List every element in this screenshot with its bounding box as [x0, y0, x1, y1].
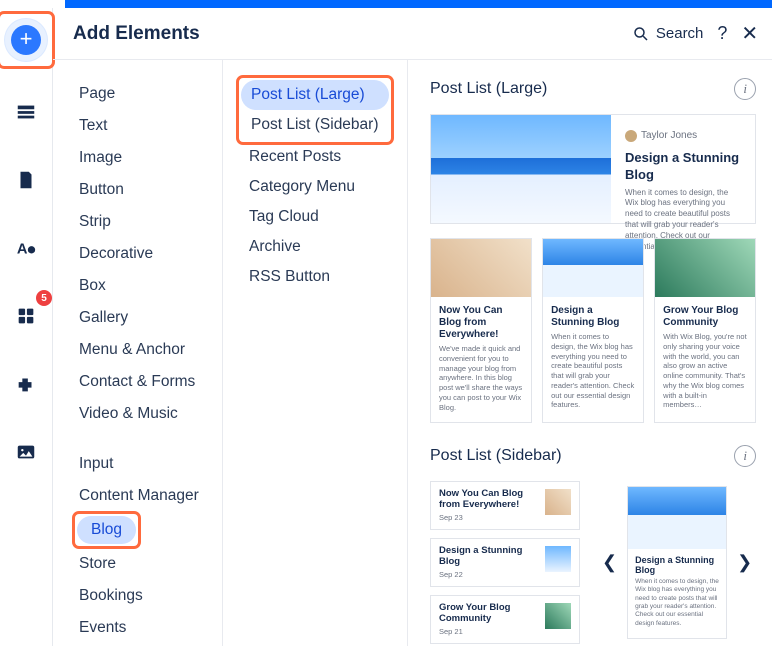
carousel-thumb: [628, 487, 726, 549]
subitem-column: Post List (Large)Post List (Sidebar) Rec…: [223, 60, 408, 646]
panel-title: Add Elements: [73, 23, 632, 45]
section1-title: Post List (Large): [430, 80, 734, 98]
help-button[interactable]: ?: [717, 23, 727, 44]
sidebar-item-title: Grow Your Blog Community: [439, 603, 539, 625]
subitem-archive[interactable]: Archive: [239, 232, 395, 262]
svg-text:A: A: [17, 242, 28, 258]
category-item-input[interactable]: Input: [75, 448, 121, 480]
grid-thumb: [655, 239, 755, 297]
media-button[interactable]: [4, 430, 48, 474]
preview-column: Post List (Large) i Taylor Jones Design …: [408, 60, 772, 646]
grid-thumb: [543, 239, 643, 297]
avatar-icon: [625, 130, 637, 142]
preview-grid-card[interactable]: Grow Your Blog Community With Wix Blog, …: [654, 238, 756, 423]
search-label: Search: [656, 25, 704, 42]
card-author: Taylor Jones: [625, 129, 741, 143]
sidebar-item-date: Sep 23: [439, 513, 539, 522]
category-item-box[interactable]: Box: [75, 270, 114, 302]
grid-title: Now You Can Blog from Everywhere!: [439, 305, 523, 341]
preview-card-large[interactable]: Taylor Jones Design a Stunning Blog When…: [430, 114, 756, 224]
subitem-recent-posts[interactable]: Recent Posts: [239, 142, 395, 172]
panel-header: Add Elements Search ? ✕: [53, 8, 772, 60]
image-icon: [15, 441, 37, 463]
sections-button[interactable]: [4, 90, 48, 134]
search-trigger[interactable]: Search: [632, 25, 704, 43]
carousel-body: When it comes to design, the Wix blog ha…: [635, 578, 719, 629]
grid-body: We've made it quick and convenient for y…: [439, 344, 523, 412]
section2-title: Post List (Sidebar): [430, 447, 734, 465]
info-icon[interactable]: i: [734, 78, 756, 100]
category-item-page[interactable]: Page: [75, 78, 123, 110]
search-icon: [632, 25, 650, 43]
grid-body: With Wix Blog, you're not only sharing y…: [663, 332, 747, 410]
highlight-sub-items: Post List (Large)Post List (Sidebar): [239, 78, 391, 142]
apps-badge: 5: [36, 290, 52, 306]
sidebar-thumb: [545, 603, 571, 629]
grid-body: When it comes to design, the Wix blog ha…: [551, 332, 635, 410]
category-item-contact-forms[interactable]: Contact & Forms: [75, 366, 203, 398]
subitem-tag-cloud[interactable]: Tag Cloud: [239, 202, 395, 232]
window-top-accent: [65, 0, 772, 8]
subitem-category-menu[interactable]: Category Menu: [239, 172, 395, 202]
editor-left-toolbar: + A 5: [0, 8, 53, 646]
category-item-text[interactable]: Text: [75, 110, 115, 142]
category-item-menu-anchor[interactable]: Menu & Anchor: [75, 334, 193, 366]
category-item-gallery[interactable]: Gallery: [75, 302, 136, 334]
grid-title: Grow Your Blog Community: [663, 305, 747, 329]
author-name: Taylor Jones: [641, 129, 697, 143]
design-button[interactable]: A: [4, 226, 48, 270]
info-icon[interactable]: i: [734, 445, 756, 467]
preview-carousel[interactable]: ❮ Design a Stunning Blog When it comes t…: [598, 486, 756, 640]
pages-button[interactable]: [4, 158, 48, 202]
close-button[interactable]: ✕: [741, 21, 758, 46]
grid-title: Design a Stunning Blog: [551, 305, 635, 329]
carousel-title: Design a Stunning Blog: [635, 555, 719, 575]
sidebar-list-item[interactable]: Now You Can Blog from Everywhere! Sep 23: [430, 481, 580, 530]
plus-icon: +: [11, 25, 41, 55]
grid-thumb: [431, 239, 531, 297]
sidebar-thumb: [545, 546, 571, 572]
subitem-post-list-sidebar-[interactable]: Post List (Sidebar): [241, 110, 389, 140]
category-item-store[interactable]: Store: [75, 548, 124, 580]
sidebar-item-title: Now You Can Blog from Everywhere!: [439, 489, 539, 511]
preview-sidebar-list[interactable]: Now You Can Blog from Everywhere! Sep 23…: [430, 481, 580, 644]
sidebar-item-date: Sep 22: [439, 570, 539, 579]
preview-grid-card[interactable]: Now You Can Blog from Everywhere! We've …: [430, 238, 532, 423]
category-item-events[interactable]: Events: [75, 612, 134, 644]
sidebar-list-item[interactable]: Grow Your Blog Community Sep 21: [430, 595, 580, 644]
sidebar-item-date: Sep 21: [439, 627, 539, 636]
app-market-button[interactable]: [4, 362, 48, 406]
subitem-rss-button[interactable]: RSS Button: [239, 262, 395, 292]
apps-button[interactable]: 5: [4, 294, 48, 338]
sidebar-item-title: Design a Stunning Blog: [439, 546, 539, 568]
sections-icon: [15, 101, 37, 123]
category-item-image[interactable]: Image: [75, 142, 130, 174]
category-column: PageTextImageButtonStripDecorativeBoxGal…: [53, 60, 223, 646]
category-item-strip[interactable]: Strip: [75, 206, 119, 238]
preview-grid-card[interactable]: Design a Stunning Blog When it comes to …: [542, 238, 644, 423]
category-item-blog[interactable]: Blog: [77, 516, 136, 544]
card-thumb: [431, 115, 611, 223]
category-item-content-manager[interactable]: Content Manager: [75, 480, 207, 512]
sidebar-list-item[interactable]: Design a Stunning Blog Sep 22: [430, 538, 580, 587]
subitem-post-list-large-[interactable]: Post List (Large): [241, 80, 389, 110]
chevron-left-icon[interactable]: ❮: [598, 548, 621, 577]
card-title: Design a Stunning Blog: [625, 149, 741, 184]
sidebar-thumb: [545, 489, 571, 515]
highlight-add-button: +: [0, 14, 52, 66]
category-item-video-music[interactable]: Video & Music: [75, 398, 186, 430]
category-item-button[interactable]: Button: [75, 174, 132, 206]
add-elements-button[interactable]: +: [4, 18, 48, 62]
puzzle-icon: [15, 373, 37, 395]
category-item-bookings[interactable]: Bookings: [75, 580, 151, 612]
category-item-decorative[interactable]: Decorative: [75, 238, 161, 270]
chevron-right-icon[interactable]: ❯: [733, 548, 756, 577]
design-icon: A: [15, 237, 37, 259]
highlight-category-selected: Blog: [75, 514, 138, 546]
page-icon: [15, 169, 37, 191]
apps-grid-icon: [15, 305, 37, 327]
